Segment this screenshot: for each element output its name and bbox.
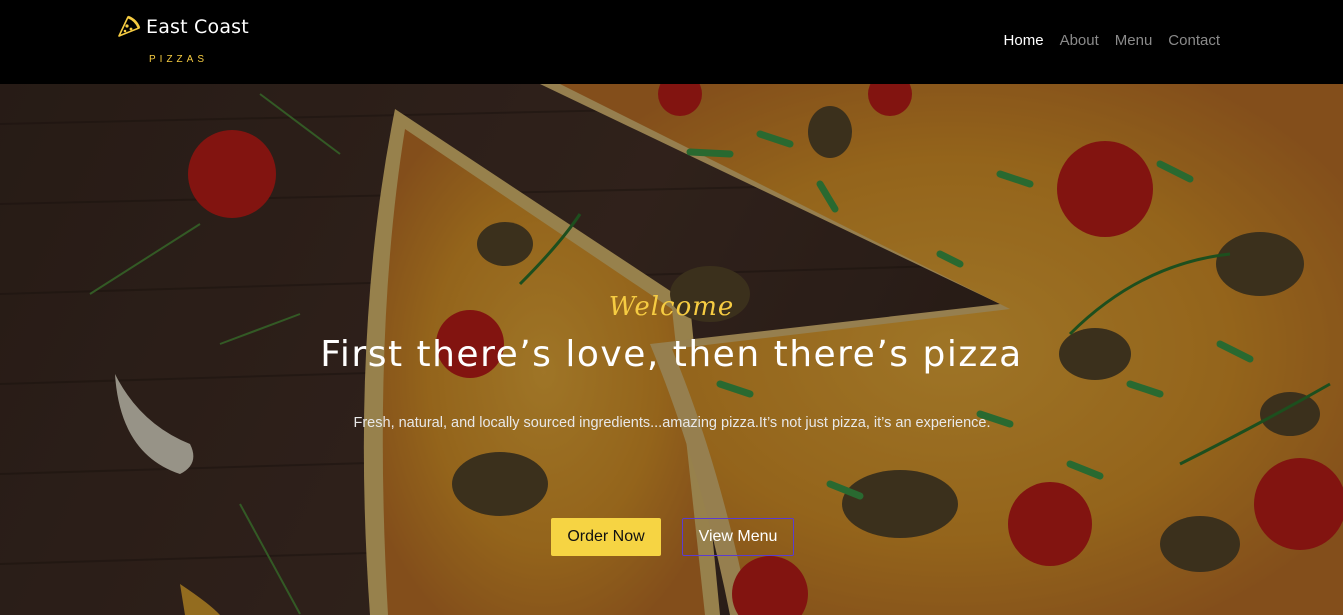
hero-headline: First there’s love, then there’s pizza — [320, 334, 1023, 375]
order-now-button[interactable]: Order Now — [551, 518, 661, 556]
nav-link-about[interactable]: About — [1060, 32, 1099, 49]
brand-logo[interactable]: East Coast PIZZAS — [116, 14, 256, 70]
pizza-slice-icon — [116, 14, 142, 40]
brand-name: East Coast — [146, 16, 249, 38]
hero-welcome: Welcome — [608, 292, 735, 322]
nav-link-contact[interactable]: Contact — [1168, 32, 1220, 49]
top-navbar: East Coast PIZZAS Home About Menu Contac… — [0, 0, 1343, 84]
main-nav: Home About Menu Contact — [1004, 32, 1220, 49]
nav-link-menu[interactable]: Menu — [1115, 32, 1153, 49]
brand-tagline: PIZZAS — [149, 54, 209, 65]
nav-link-home[interactable]: Home — [1004, 32, 1044, 49]
view-menu-button[interactable]: View Menu — [682, 518, 794, 556]
hero-subtext: Fresh, natural, and locally sourced ingr… — [353, 415, 991, 431]
hero-section: Welcome First there’s love, then there’s… — [0, 84, 1343, 615]
